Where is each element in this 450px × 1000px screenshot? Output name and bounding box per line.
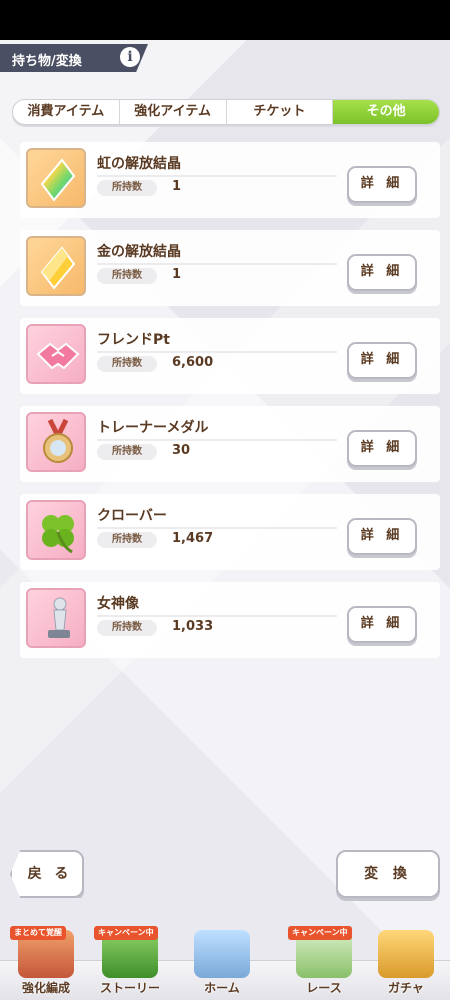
- nav-label: レース: [306, 981, 342, 995]
- category-tabs: 消費アイテム 強化アイテム チケット その他: [12, 99, 440, 125]
- quantity-label: 所持数: [97, 180, 157, 196]
- list-item: 虹の解放結晶 所持数 1 詳 細: [20, 142, 440, 218]
- exchange-button[interactable]: 変 換: [336, 850, 440, 898]
- nav-label: 強化編成: [21, 981, 70, 995]
- tab-other[interactable]: その他: [333, 100, 439, 124]
- gacha-icon: [378, 930, 434, 978]
- detail-button[interactable]: 詳 細: [347, 430, 417, 467]
- divider: [97, 439, 337, 441]
- tab-consumables[interactable]: 消費アイテム: [13, 100, 120, 124]
- list-item: トレーナーメダル 所持数 30 詳 細: [20, 406, 440, 482]
- list-item: 金の解放結晶 所持数 1 詳 細: [20, 230, 440, 306]
- list-item: フレンドPt 所持数 6,600 詳 細: [20, 318, 440, 394]
- nav-badge: まとめて覚醒: [10, 926, 66, 940]
- item-name: トレーナーメダル: [97, 420, 209, 436]
- rainbow-crystal-icon: [26, 148, 86, 208]
- page-title: 持ち物/変換: [12, 54, 82, 69]
- quantity-value: 1: [172, 267, 182, 282]
- home-building-icon: [194, 930, 250, 978]
- detail-button[interactable]: 詳 細: [347, 518, 417, 555]
- back-button[interactable]: 戻 る: [10, 850, 84, 898]
- nav-label: ストーリー: [99, 981, 160, 995]
- clover-icon: [26, 500, 86, 560]
- detail-button[interactable]: 詳 細: [347, 166, 417, 203]
- nav-enhance[interactable]: まとめて覚醒 強化編成: [4, 926, 88, 996]
- divider: [97, 175, 337, 177]
- nav-gacha[interactable]: ガチャ: [364, 926, 448, 996]
- item-list[interactable]: 虹の解放結晶 所持数 1 詳 細 金の解放結晶 所持数 1 詳 細 フレンドPt…: [8, 138, 442, 842]
- quantity-value: 1: [172, 179, 182, 194]
- item-name: 女神像: [97, 596, 139, 612]
- quantity-label: 所持数: [97, 268, 157, 284]
- detail-button[interactable]: 詳 細: [347, 606, 417, 643]
- list-item: クローバー 所持数 1,467 詳 細: [20, 494, 440, 570]
- detail-button[interactable]: 詳 細: [347, 342, 417, 379]
- divider: [97, 615, 337, 617]
- status-bar: [0, 0, 450, 40]
- handshake-icon: [26, 324, 86, 384]
- nav-badge: キャンペーン中: [288, 926, 352, 940]
- tab-tickets[interactable]: チケット: [227, 100, 334, 124]
- item-name: フレンドPt: [97, 332, 170, 348]
- quantity-value: 6,600: [172, 355, 214, 370]
- nav-story[interactable]: キャンペーン中 ストーリー: [88, 926, 172, 996]
- nav-label: ホーム: [204, 981, 240, 995]
- info-icon[interactable]: i: [120, 47, 140, 67]
- item-name: クローバー: [97, 508, 167, 524]
- divider: [97, 351, 337, 353]
- goddess-statue-icon: [26, 588, 86, 648]
- detail-button[interactable]: 詳 細: [347, 254, 417, 291]
- quantity-label: 所持数: [97, 620, 157, 636]
- quantity-value: 30: [172, 443, 191, 458]
- quantity-label: 所持数: [97, 444, 157, 460]
- quantity-label: 所持数: [97, 532, 157, 548]
- item-name: 金の解放結晶: [97, 244, 181, 260]
- gold-crystal-icon: [26, 236, 86, 296]
- list-item: 女神像 所持数 1,033 詳 細: [20, 582, 440, 658]
- medal-icon: [26, 412, 86, 472]
- nav-label: ガチャ: [388, 981, 424, 995]
- nav-badge: キャンペーン中: [94, 926, 158, 940]
- nav-home[interactable]: ホーム: [180, 926, 264, 996]
- nav-race[interactable]: キャンペーン中 レース: [282, 926, 366, 996]
- quantity-label: 所持数: [97, 356, 157, 372]
- quantity-value: 1,467: [172, 531, 214, 546]
- divider: [97, 263, 337, 265]
- item-name: 虹の解放結晶: [97, 156, 181, 172]
- quantity-value: 1,033: [172, 619, 214, 634]
- tab-enhancement[interactable]: 強化アイテム: [120, 100, 227, 124]
- divider: [97, 527, 337, 529]
